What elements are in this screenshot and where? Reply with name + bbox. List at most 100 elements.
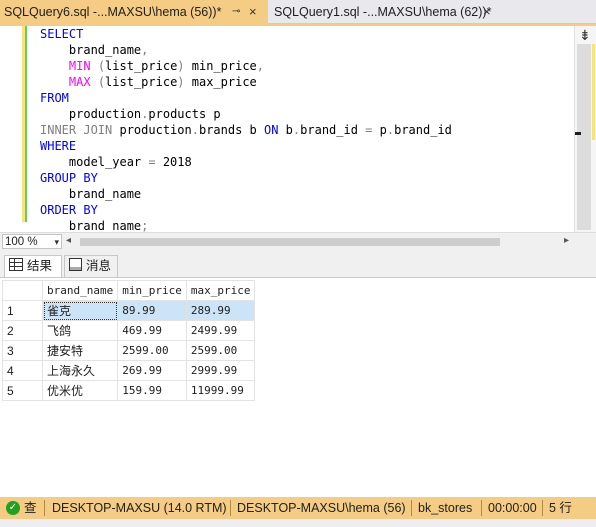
code-line[interactable]: FROM xyxy=(40,90,452,106)
chevron-down-icon[interactable]: ▾ xyxy=(54,235,59,250)
vertical-scrollbar[interactable]: ⇟ xyxy=(574,26,596,232)
code-token: SELECT xyxy=(40,27,84,41)
code-token: brand_name xyxy=(40,187,142,201)
cell-brand-name[interactable]: 飞鸽 xyxy=(41,320,119,341)
code-line[interactable]: GROUP BY xyxy=(40,170,452,186)
code-line[interactable]: model_year = 2018 xyxy=(40,154,452,170)
status-separator xyxy=(411,500,412,516)
code-token: ) xyxy=(177,75,185,89)
code-token: products p xyxy=(148,107,221,121)
table-row[interactable]: 2 飞鸽 469.99 2499.99 xyxy=(2,320,256,341)
code-token: brand_name xyxy=(40,219,142,233)
pin-icon[interactable]: ⊸ xyxy=(232,0,240,24)
message-icon xyxy=(69,258,82,271)
results-grid-area: brand_name min_price max_price 1 雀克 89.9… xyxy=(0,277,596,498)
scroll-thumb[interactable] xyxy=(577,44,591,230)
code-token: production xyxy=(112,123,192,137)
code-line[interactable]: INNER JOIN production.brands b ON b.bran… xyxy=(40,122,452,138)
table-row[interactable]: 5 优米优 159.99 11999.99 xyxy=(2,380,256,401)
tab-messages[interactable]: 消息 xyxy=(64,255,118,277)
code-token: min_price xyxy=(184,59,257,73)
cell-brand-name[interactable]: 捷安特 xyxy=(41,340,119,361)
cell-min-price[interactable]: 2599.00 xyxy=(117,340,187,361)
row-number[interactable]: 1 xyxy=(2,300,43,321)
column-header[interactable]: brand_name xyxy=(41,280,119,301)
table-row[interactable]: 3 捷安特 2599.00 2599.00 xyxy=(2,340,256,361)
check-icon: ✓ xyxy=(6,501,20,515)
status-rows: 5 行 xyxy=(549,501,572,515)
zoom-select[interactable]: 100 % ▾ xyxy=(2,234,62,249)
cell-max-price[interactable]: 2499.99 xyxy=(185,320,256,341)
tab-title: SQLQuery6.sql -...MAXSU\hema (56))* xyxy=(4,5,222,19)
cell-max-price[interactable]: 2599.00 xyxy=(185,340,256,361)
status-login: DESKTOP-MAXSU\hema (56) xyxy=(237,501,406,515)
cell-min-price[interactable]: 89.99 xyxy=(117,300,187,321)
cell-min-price[interactable]: 269.99 xyxy=(117,360,187,381)
row-number[interactable]: 3 xyxy=(2,340,43,361)
status-state: 查 xyxy=(24,501,37,515)
status-bar: ✓ 查 DESKTOP-MAXSU (14.0 RTM) DESKTOP-MAX… xyxy=(0,497,596,519)
corner-cell[interactable] xyxy=(2,280,43,301)
code-token: p xyxy=(372,123,387,137)
split-icon[interactable]: ⇟ xyxy=(579,28,591,42)
cell-brand-name[interactable]: 上海永久 xyxy=(41,360,119,381)
code-token: FROM xyxy=(40,91,69,105)
code-line[interactable]: MAX (list_price) max_price xyxy=(40,74,452,90)
code-line[interactable]: brand_name, xyxy=(40,42,452,58)
zoom-value: 100 % xyxy=(5,236,38,248)
query-editor[interactable]: SELECT brand_name, MIN (list_price) min_… xyxy=(0,26,596,234)
code-line[interactable]: SELECT xyxy=(40,26,452,42)
column-header[interactable]: max_price xyxy=(185,280,256,301)
status-server: DESKTOP-MAXSU (14.0 RTM) xyxy=(52,501,227,515)
close-icon[interactable]: × xyxy=(483,0,491,24)
close-icon[interactable]: × xyxy=(249,0,257,24)
tab-results[interactable]: 结果 xyxy=(4,255,62,277)
row-number[interactable]: 4 xyxy=(2,360,43,381)
scroll-left-icon[interactable]: ◂ xyxy=(66,235,71,246)
column-header[interactable]: min_price xyxy=(117,280,187,301)
status-separator xyxy=(230,500,231,516)
code-line[interactable]: MIN (list_price) min_price, xyxy=(40,58,452,74)
code-token: , xyxy=(141,43,149,57)
code-token: ) xyxy=(177,59,185,73)
code-token: WHERE xyxy=(40,139,77,153)
code-line[interactable]: production.products p xyxy=(40,106,452,122)
code-token: production xyxy=(40,107,142,121)
cell-brand-name[interactable]: 优米优 xyxy=(41,380,119,401)
window-bottom-edge xyxy=(0,519,596,527)
cell-max-price[interactable]: 289.99 xyxy=(185,300,256,321)
tab-sqlquery6[interactable]: SQLQuery6.sql -...MAXSU\hema (56))* ⊸ × xyxy=(0,0,268,24)
status-separator xyxy=(481,500,482,516)
code-token: b xyxy=(278,123,293,137)
table-row[interactable]: 4 上海永久 269.99 2999.99 xyxy=(2,360,256,381)
results-grid: brand_name min_price max_price 1 雀克 89.9… xyxy=(2,280,256,401)
code-token: ( xyxy=(90,59,106,73)
code-line[interactable]: brand_name xyxy=(40,186,452,202)
cell-min-price[interactable]: 469.99 xyxy=(117,320,187,341)
saved-margin xyxy=(25,26,27,222)
code-token: . xyxy=(386,123,395,137)
scroll-right-icon[interactable]: ▸ xyxy=(564,235,569,246)
tab-messages-label: 消息 xyxy=(86,259,112,273)
code-token: GROUP BY xyxy=(40,171,98,185)
code-line[interactable]: WHERE xyxy=(40,138,452,154)
code-token: list_price xyxy=(105,59,178,73)
tab-sqlquery1[interactable]: SQLQuery1.sql -...MAXSU\hema (62))* × xyxy=(268,0,596,24)
cell-min-price[interactable]: 159.99 xyxy=(117,380,187,401)
row-number[interactable]: 5 xyxy=(2,380,43,401)
code-token: ( xyxy=(90,75,106,89)
sql-code[interactable]: SELECT brand_name, MIN (list_price) min_… xyxy=(40,26,452,234)
table-row[interactable]: 1 雀克 89.99 289.99 xyxy=(2,300,256,321)
scroll-change-marker xyxy=(592,44,595,140)
cell-max-price[interactable]: 2999.99 xyxy=(185,360,256,381)
grid-icon xyxy=(9,258,23,271)
code-line[interactable]: ORDER BY xyxy=(40,202,452,218)
row-number[interactable]: 2 xyxy=(2,320,43,341)
code-token: max_price xyxy=(184,75,257,89)
horizontal-scroll-thumb[interactable] xyxy=(80,238,500,246)
code-token: model_year xyxy=(40,155,149,169)
cell-brand-name[interactable]: 雀克 xyxy=(41,300,119,321)
cell-max-price[interactable]: 11999.99 xyxy=(185,380,256,401)
